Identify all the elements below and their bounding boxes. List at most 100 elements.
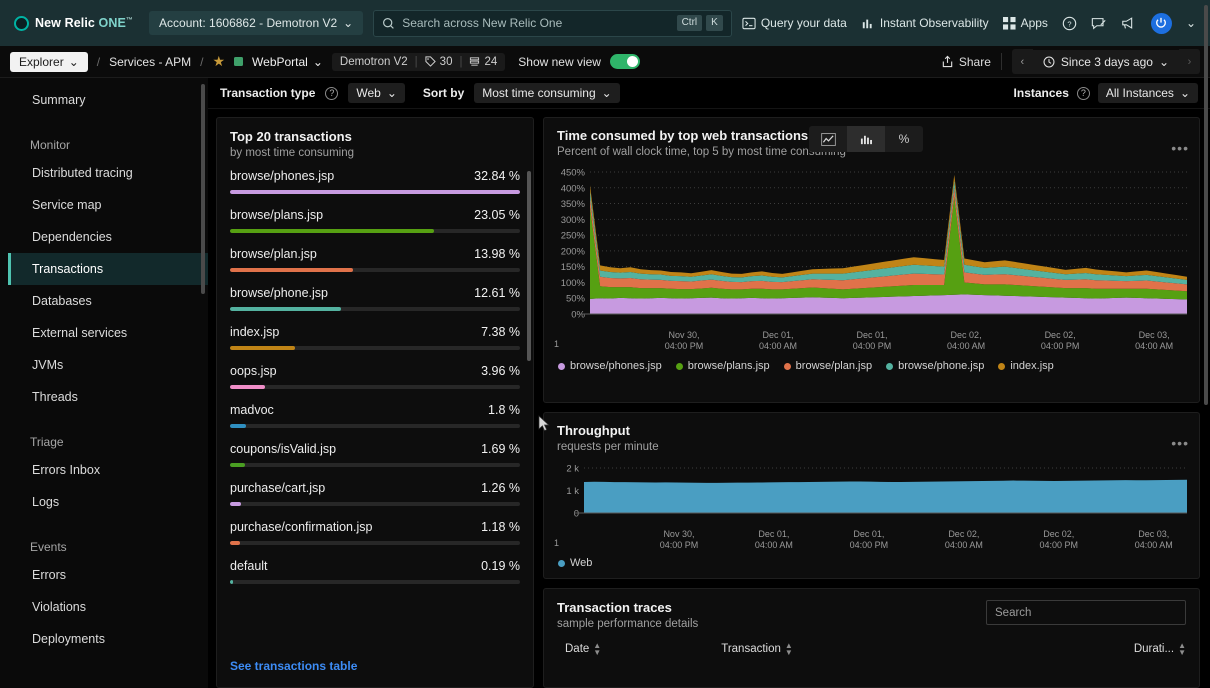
legend-item[interactable]: browse/plan.jsp bbox=[784, 360, 872, 372]
grid-icon bbox=[1003, 17, 1016, 30]
top-navigation-bar: New Relic ONE™ Account: 1606862 - Demotr… bbox=[0, 0, 1210, 46]
transaction-traces-title: Transaction traces bbox=[557, 600, 698, 615]
entity-selector[interactable]: WebPortal ⌄ bbox=[252, 55, 323, 69]
transaction-row[interactable]: madvoc1.8 % bbox=[230, 403, 520, 428]
bar-chart-toggle[interactable] bbox=[847, 126, 885, 152]
transaction-bar-track bbox=[230, 229, 520, 233]
tags-count[interactable]: 30 bbox=[425, 56, 453, 68]
sidebar-item-threads[interactable]: Threads bbox=[8, 381, 208, 413]
sidebar-scrollbar[interactable] bbox=[201, 84, 205, 294]
account-selector[interactable]: Account: 1606862 - Demotron V2 ⌄ bbox=[149, 11, 363, 35]
show-new-view-toggle[interactable] bbox=[610, 54, 640, 69]
transaction-row[interactable]: browse/plan.jsp13.98 % bbox=[230, 247, 520, 272]
global-search[interactable]: Ctrl K bbox=[373, 10, 732, 37]
transaction-row[interactable]: oops.jsp3.96 % bbox=[230, 364, 520, 389]
user-avatar[interactable] bbox=[1151, 13, 1172, 34]
transaction-bar-track bbox=[230, 385, 520, 389]
legend-item[interactable]: Web bbox=[558, 557, 592, 569]
x-tick-line1: Dec 01, bbox=[836, 330, 908, 341]
x-tick-line1: Dec 02, bbox=[1024, 330, 1096, 341]
announcements-button[interactable] bbox=[1121, 16, 1137, 31]
traces-search-input[interactable] bbox=[995, 607, 1177, 619]
time-consumed-menu-button[interactable]: ••• bbox=[1171, 140, 1189, 156]
sidebar-item-databases[interactable]: Databases bbox=[8, 285, 208, 317]
instant-observability-button[interactable]: Instant Observability bbox=[861, 16, 989, 30]
transaction-bar-track bbox=[230, 307, 520, 311]
sidebar-item-deployments[interactable]: Deployments bbox=[8, 623, 208, 655]
sort-arrows-icon[interactable]: ▲▼ bbox=[785, 642, 793, 656]
sort-arrows-icon[interactable]: ▲▼ bbox=[593, 642, 601, 656]
transaction-name: browse/phones.jsp bbox=[230, 169, 334, 183]
sidebar-item-logs[interactable]: Logs bbox=[8, 486, 208, 518]
legend-label: browse/plan.jsp bbox=[796, 360, 872, 372]
sidebar-item-dependencies[interactable]: Dependencies bbox=[8, 221, 208, 253]
breadcrumb-services-apm[interactable]: Services - APM bbox=[109, 55, 191, 69]
sidebar-item-errors[interactable]: Errors bbox=[8, 559, 208, 591]
sidebar-item-external-services[interactable]: External services bbox=[8, 317, 208, 349]
chevron-down-icon: ⌄ bbox=[602, 86, 612, 100]
x-axis-tick: Dec 03,04:00 AM bbox=[1118, 330, 1190, 353]
sort-by-select[interactable]: Most time consuming ⌄ bbox=[474, 83, 619, 103]
see-transactions-table-link[interactable]: See transactions table bbox=[230, 659, 357, 673]
breadcrumb-separator: / bbox=[97, 55, 100, 69]
favorite-star-icon[interactable]: ★ bbox=[212, 53, 225, 70]
transaction-type-help-icon[interactable]: ? bbox=[325, 87, 338, 100]
explorer-button[interactable]: Explorer ⌄ bbox=[10, 52, 88, 72]
traces-search-box[interactable] bbox=[986, 600, 1186, 625]
time-range-button[interactable]: Since 3 days ago ⌄ bbox=[1033, 50, 1179, 74]
time-previous-button[interactable]: ‹ bbox=[1012, 49, 1033, 74]
transaction-name: index.jsp bbox=[230, 325, 279, 339]
instances-help-icon[interactable]: ? bbox=[1077, 87, 1090, 100]
transaction-row[interactable]: default0.19 % bbox=[230, 559, 520, 584]
time-consumed-plot[interactable]: 0%50%100%150%200%250%300%350%400%450% bbox=[554, 168, 1189, 328]
time-next-button[interactable]: › bbox=[1179, 49, 1200, 74]
transaction-row[interactable]: browse/plans.jsp23.05 % bbox=[230, 208, 520, 233]
transaction-row[interactable]: purchase/confirmation.jsp1.18 % bbox=[230, 520, 520, 545]
transaction-row[interactable]: browse/phone.jsp12.61 % bbox=[230, 286, 520, 311]
table-header-transaction[interactable]: Transaction▲▼ bbox=[721, 642, 793, 656]
new-relic-logo[interactable]: New Relic ONE™ bbox=[10, 16, 133, 31]
instances-count[interactable]: 24 bbox=[469, 56, 497, 68]
transaction-row[interactable]: index.jsp7.38 % bbox=[230, 325, 520, 350]
search-input[interactable] bbox=[402, 16, 669, 30]
sidebar-item-summary[interactable]: Summary bbox=[8, 84, 208, 116]
top-transactions-panel: Top 20 transactions by most time consumi… bbox=[216, 117, 534, 688]
legend-label: browse/plans.jsp bbox=[688, 360, 770, 372]
throughput-menu-button[interactable]: ••• bbox=[1171, 435, 1189, 451]
brand-one: ONE bbox=[99, 16, 126, 30]
sort-arrows-icon[interactable]: ▲▼ bbox=[1178, 642, 1186, 656]
main-scrollbar[interactable] bbox=[1204, 109, 1208, 405]
feedback-button[interactable] bbox=[1091, 16, 1107, 31]
sidebar-item-jvms[interactable]: JVMs bbox=[8, 349, 208, 381]
user-menu-chevron-icon[interactable]: ⌄ bbox=[1186, 16, 1196, 30]
table-header-durati-[interactable]: Durati...▲▼ bbox=[1134, 642, 1186, 656]
share-button[interactable]: Share bbox=[941, 55, 991, 69]
transaction-list-scrollbar[interactable] bbox=[527, 171, 531, 361]
transaction-row[interactable]: coupons/isValid.jsp1.69 % bbox=[230, 442, 520, 467]
legend-item[interactable]: index.jsp bbox=[998, 360, 1053, 372]
query-your-data-button[interactable]: Query your data bbox=[742, 16, 847, 30]
legend-item[interactable]: browse/phones.jsp bbox=[558, 360, 662, 372]
instances-select[interactable]: All Instances ⌄ bbox=[1098, 83, 1198, 103]
account-tag-label[interactable]: Demotron V2 bbox=[340, 56, 408, 68]
apps-button[interactable]: Apps bbox=[1003, 16, 1048, 30]
transaction-row[interactable]: browse/phones.jsp32.84 % bbox=[230, 169, 520, 194]
legend-item[interactable]: browse/plans.jsp bbox=[676, 360, 770, 372]
percent-toggle[interactable]: % bbox=[885, 126, 923, 152]
help-button[interactable]: ? bbox=[1062, 16, 1077, 31]
instance-count-label: 24 bbox=[484, 56, 497, 68]
sidebar-item-distributed-tracing[interactable]: Distributed tracing bbox=[8, 157, 208, 189]
sidebar-item-errors-inbox[interactable]: Errors Inbox bbox=[8, 454, 208, 486]
transaction-row[interactable]: purchase/cart.jsp1.26 % bbox=[230, 481, 520, 506]
area-chart-toggle[interactable] bbox=[809, 126, 847, 152]
sidebar-item-violations[interactable]: Violations bbox=[8, 591, 208, 623]
table-header-date[interactable]: Date▲▼ bbox=[565, 642, 601, 656]
transaction-type-select[interactable]: Web ⌄ bbox=[348, 83, 405, 103]
y-axis-tick: 400% bbox=[561, 183, 586, 194]
sidebar-item-transactions[interactable]: Transactions bbox=[8, 253, 208, 285]
legend-item[interactable]: browse/phone.jsp bbox=[886, 360, 984, 372]
sidebar-item-service-map[interactable]: Service map bbox=[8, 189, 208, 221]
throughput-plot[interactable]: 01 k2 k bbox=[554, 464, 1189, 527]
throughput-chart-card: Throughput requests per minute ••• 01 k2… bbox=[543, 412, 1200, 579]
new-relic-mark-icon bbox=[14, 16, 29, 31]
